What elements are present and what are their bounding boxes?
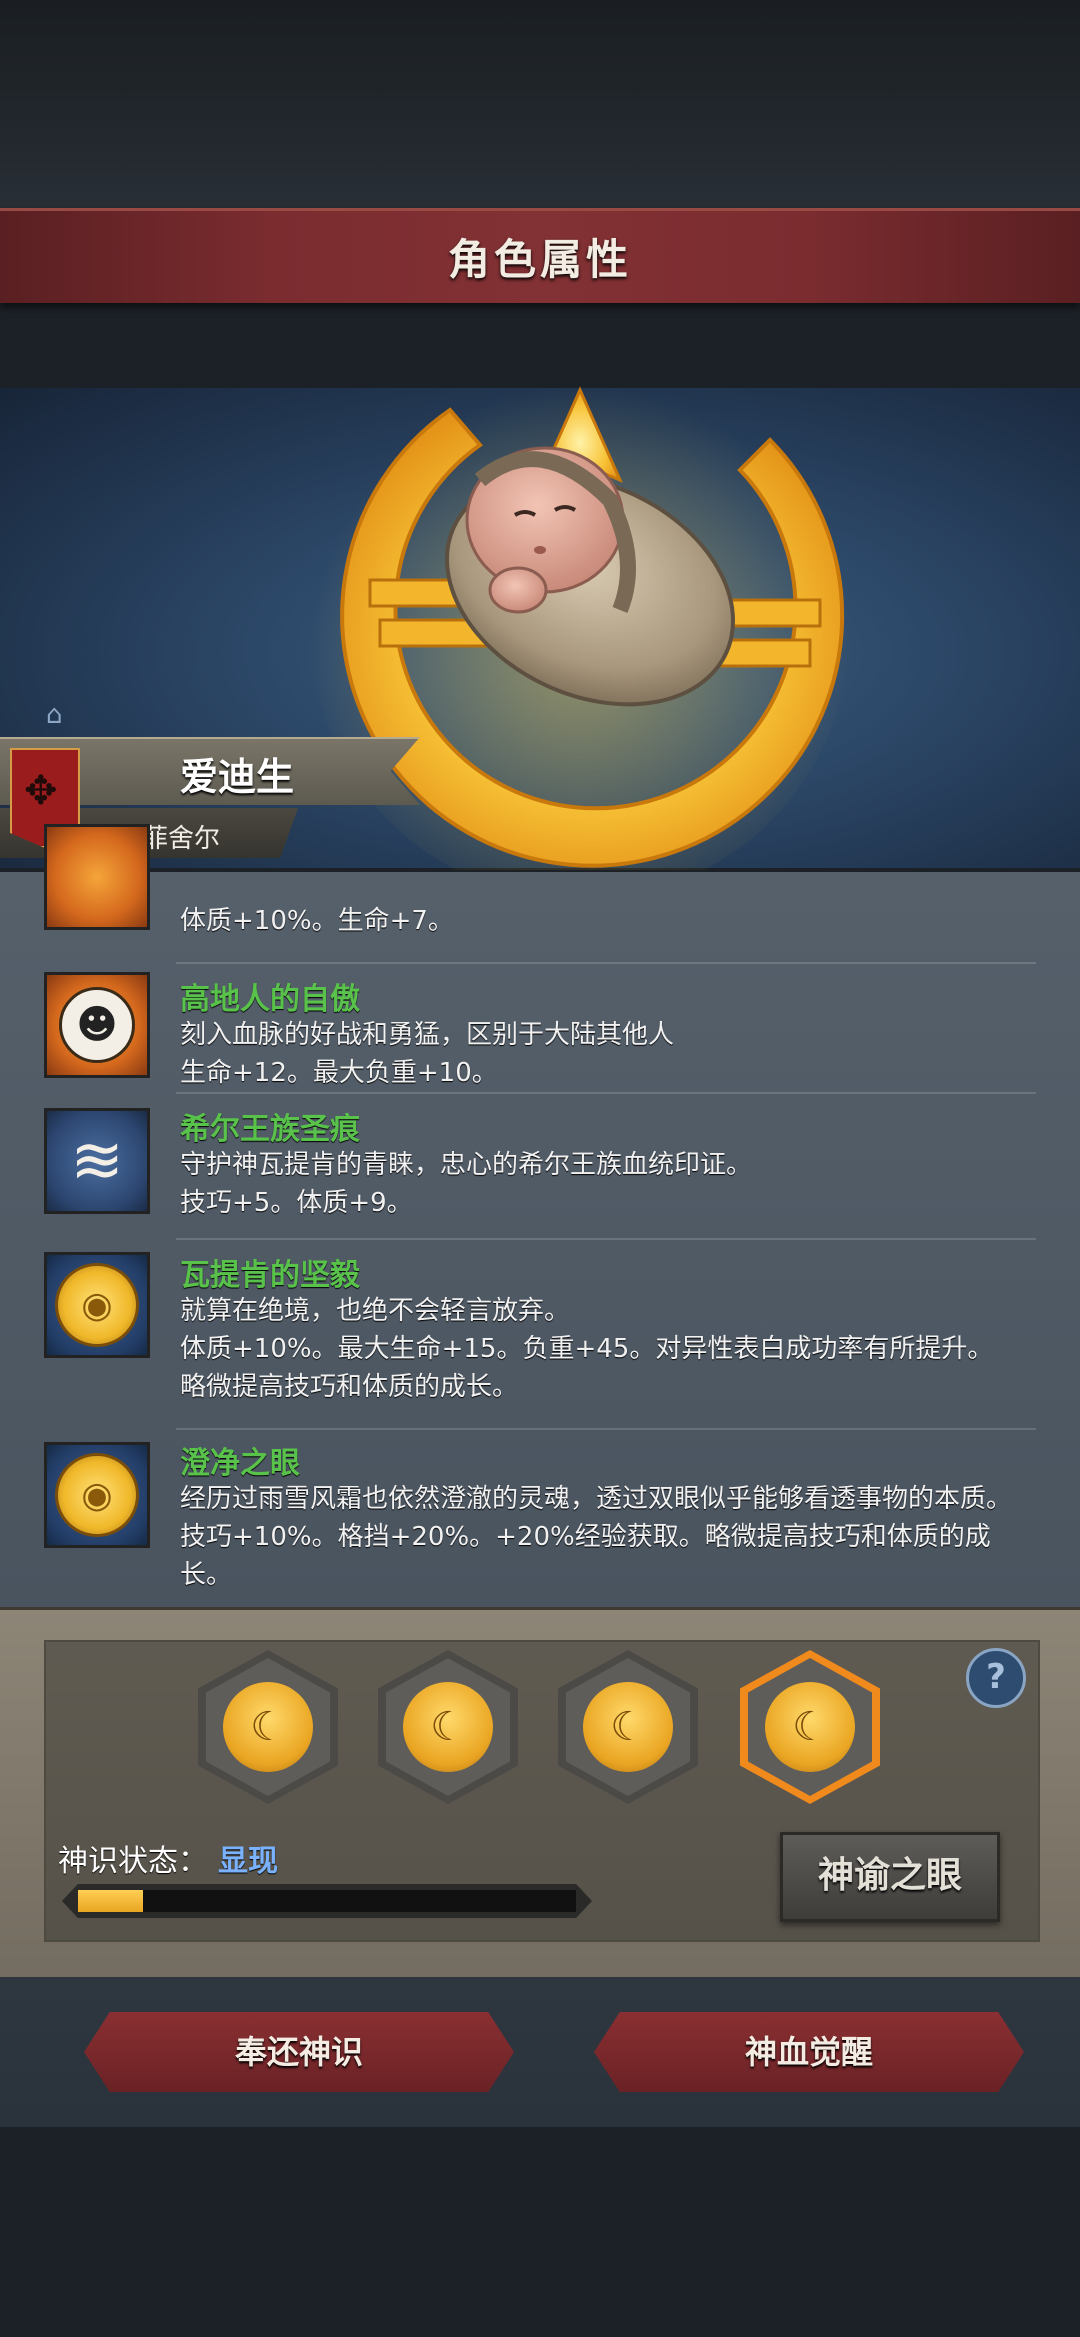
trait-description: 守护神瓦提肯的青睐，忠心的希尔王族血统印证。 <box>180 1150 753 1180</box>
divine-progress-track <box>78 1890 576 1912</box>
bottom-background <box>0 2127 1080 2337</box>
divine-status-label: 神识状态： <box>58 1844 208 1879</box>
oracle-eye-button[interactable]: 神谕之眼 <box>780 1832 1000 1922</box>
trait-effect: 体质+10%。最大生命+15。负重+45。对异性表白成功率有所提升。 <box>180 1334 994 1364</box>
page-title: 角色属性 <box>447 235 632 284</box>
trait-description: 刻入血脉的好战和勇猛，区别于大陆其他人 <box>180 1020 675 1050</box>
trait-description: 经历过雨雪风霜也依然澄澈的灵魂，透过双眼似乎能够看透事物的本质。 <box>180 1484 1013 1514</box>
gold-coin-icon: ◉ <box>44 1252 150 1358</box>
character-name: 爱迪生 <box>180 755 295 799</box>
help-button[interactable]: ? <box>966 1648 1026 1708</box>
trait-effect: 技巧+5。体质+9。 <box>180 1188 413 1218</box>
crest-symbol-icon: ✥ <box>24 768 58 814</box>
trait-effect-continued: 长。 <box>180 1560 233 1590</box>
trait-name: 希尔王族圣痕 <box>180 1112 360 1147</box>
divider <box>176 1238 1036 1240</box>
trait-name: 瓦提肯的坚毅 <box>180 1258 360 1293</box>
divine-moon-icon: ☾ <box>403 1682 493 1772</box>
divine-moon-icon: ☾ <box>765 1682 855 1772</box>
return-divine-sense-button[interactable]: 奉还神识 <box>84 2012 514 2092</box>
trait-list[interactable]: 体质+10%。生命+7。 ☻ 高地人的自傲 刻入血脉的好战和勇猛，区别于大陆其他… <box>0 824 1080 1607</box>
trait-icon-partial <box>44 824 150 930</box>
trait-growth: 略微提高技巧和体质的成长。 <box>180 1372 519 1402</box>
divine-status-value: 显现 <box>218 1844 278 1879</box>
character-lineage: 菲舍尔 <box>142 824 221 854</box>
trait-description: 就算在绝境，也绝不会轻言放弃。 <box>180 1296 571 1326</box>
top-background <box>0 0 1080 215</box>
divider <box>176 1092 1036 1094</box>
trait-effect: 生命+12。最大负重+10。 <box>180 1058 498 1088</box>
divine-moon-icon: ☾ <box>223 1682 313 1772</box>
trait-name: 澄净之眼 <box>180 1446 300 1481</box>
divine-blood-awaken-button[interactable]: 神血觉醒 <box>594 2012 1024 2092</box>
home-marker-icon: ⌂ <box>46 700 63 730</box>
claw-mark-icon: ≋ <box>44 1108 150 1214</box>
grinning-face-icon: ☻ <box>44 972 150 1078</box>
trait-effect: 技巧+10%。格挡+20%。+20%经验获取。略微提高技巧和体质的成 <box>180 1522 991 1552</box>
divine-progress-fill <box>78 1890 143 1912</box>
divider <box>176 962 1036 964</box>
gold-coin-icon: ◉ <box>44 1442 150 1548</box>
divine-moon-icon: ☾ <box>583 1682 673 1772</box>
divider <box>176 1428 1036 1430</box>
trait-name: 高地人的自傲 <box>180 982 360 1017</box>
trait-effect: 体质+10%。生命+7。 <box>180 906 454 936</box>
